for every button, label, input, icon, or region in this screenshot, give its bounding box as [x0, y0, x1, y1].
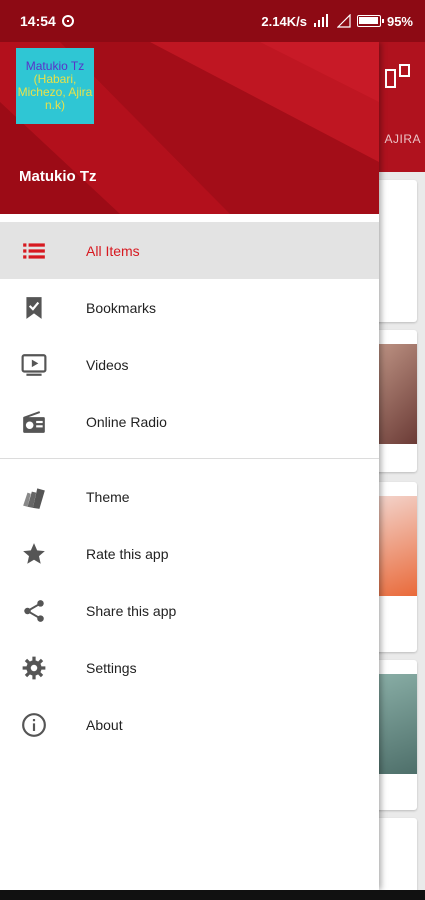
menu-item-label: Theme	[86, 488, 130, 505]
radio-icon	[23, 410, 45, 433]
info-icon	[22, 712, 46, 737]
network-speed: 2.14K/s	[261, 13, 307, 29]
menu-item-label: Share this app	[86, 602, 177, 619]
menu-item-label: About	[86, 716, 123, 733]
navigation-bar	[0, 890, 425, 900]
navigation-drawer: Matukio Tz (Habari, Michezo, Ajira n.k) …	[0, 42, 379, 890]
menu-item-label: Settings	[86, 659, 137, 676]
menu-item-label: Rate this app	[86, 545, 169, 562]
menu-item-label: Online Radio	[86, 413, 167, 430]
battery-level: 95%	[386, 13, 413, 29]
video-icon	[21, 353, 47, 376]
signal-empty-icon	[336, 14, 351, 28]
gear-icon	[22, 656, 46, 679]
bookmark-icon	[26, 296, 42, 319]
tab-ajira[interactable]: AJIRA	[384, 132, 421, 146]
list-icon	[23, 242, 45, 259]
share-icon	[24, 599, 44, 622]
menu-item-share[interactable]: Share this app	[0, 582, 379, 639]
status-time: 14:54	[20, 13, 56, 29]
star-icon	[23, 542, 45, 564]
menu-item-about[interactable]: About	[0, 696, 379, 753]
drawer-menu-primary: All Items Bookmarks Videos Online Radio	[0, 214, 379, 450]
signal-icon	[313, 14, 328, 27]
sync-icon	[61, 15, 74, 27]
menu-item-label: Bookmarks	[86, 299, 157, 316]
status-bar: 14:54 2.14K/s 95%	[0, 0, 425, 42]
menu-item-label: All Items	[86, 242, 140, 259]
menu-item-videos[interactable]: Videos	[0, 336, 379, 393]
app-logo: Matukio Tz (Habari, Michezo, Ajira n.k)	[16, 48, 94, 124]
menu-item-rate[interactable]: Rate this app	[0, 525, 379, 582]
battery-icon	[356, 15, 384, 27]
menu-item-online-radio[interactable]: Online Radio	[0, 393, 379, 450]
menu-item-bookmarks[interactable]: Bookmarks	[0, 279, 379, 336]
drawer-header: Matukio Tz (Habari, Michezo, Ajira n.k) …	[0, 42, 379, 214]
drawer-menu-secondary: Theme Rate this app Share this app Setti…	[0, 468, 379, 753]
menu-divider	[0, 458, 379, 459]
app-name: Matukio Tz	[19, 168, 97, 185]
theme-icon	[23, 487, 45, 509]
layout-toggle-icon[interactable]	[385, 64, 411, 90]
menu-item-label: Videos	[86, 356, 129, 373]
menu-item-theme[interactable]: Theme	[0, 468, 379, 525]
status-right: 2.14K/s 95%	[261, 14, 413, 29]
menu-item-all-items[interactable]: All Items	[0, 222, 379, 279]
menu-item-settings[interactable]: Settings	[0, 639, 379, 696]
